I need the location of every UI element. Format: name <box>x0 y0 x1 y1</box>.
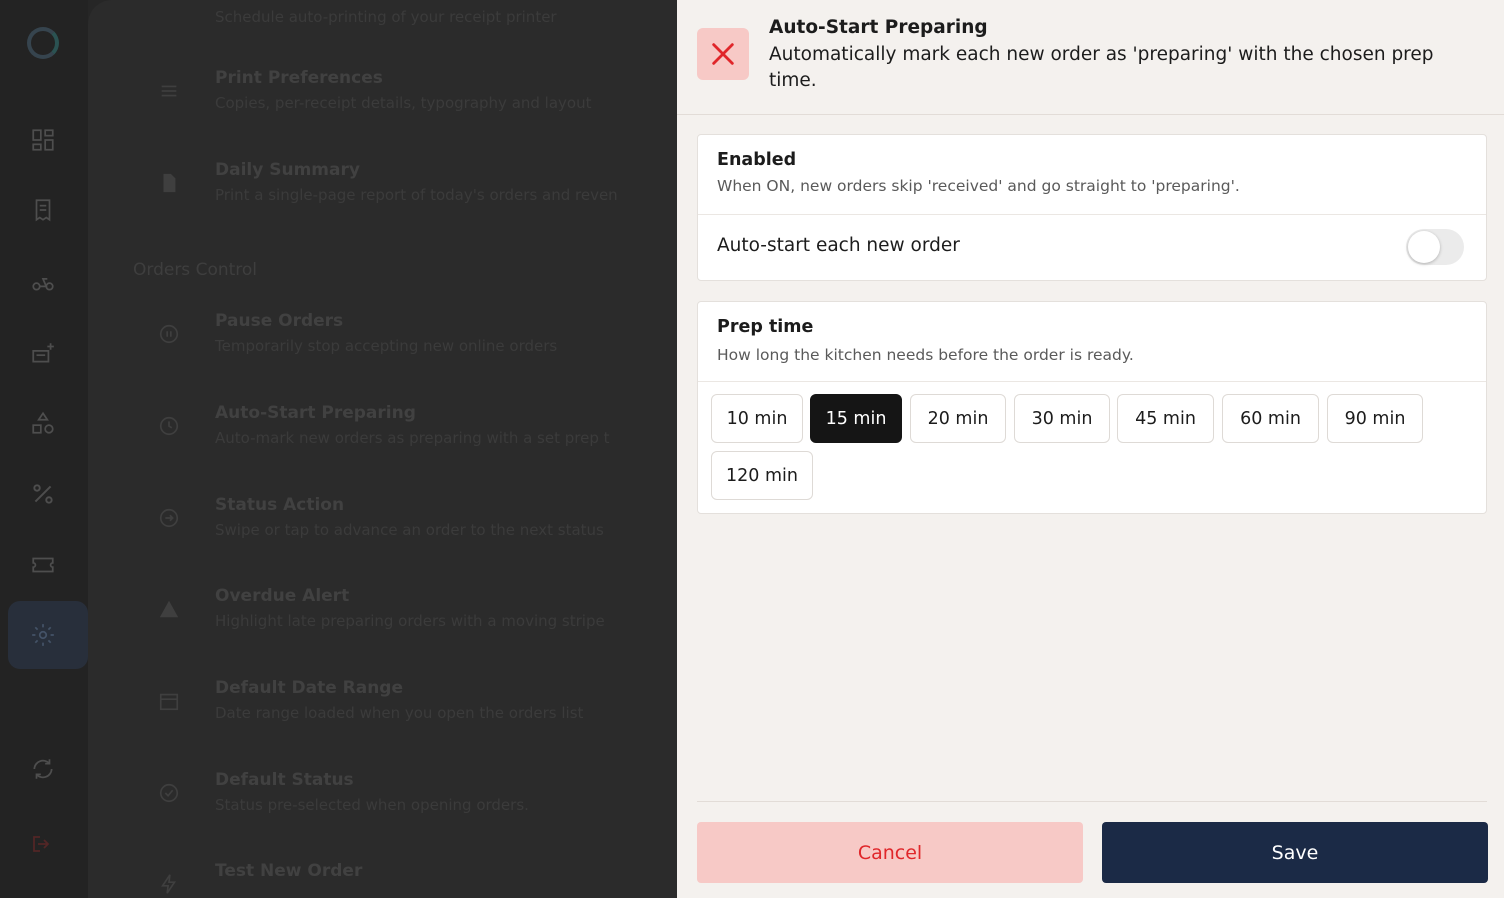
prep-option-90[interactable]: 90 min <box>1327 394 1423 443</box>
drawer-title: Auto-Start Preparing <box>769 17 988 38</box>
close-icon <box>712 43 734 65</box>
enabled-card: Enabled When ON, new orders skip 'receiv… <box>697 134 1487 281</box>
auto-start-toggle[interactable] <box>1406 229 1464 265</box>
enabled-card-title: Enabled <box>717 150 797 170</box>
prep-option-20[interactable]: 20 min <box>910 394 1006 443</box>
cancel-button[interactable]: Cancel <box>697 822 1083 883</box>
modal-backdrop[interactable] <box>0 0 677 898</box>
prep-time-card-description: How long the kitchen needs before the or… <box>717 346 1134 364</box>
prep-time-card: Prep time How long the kitchen needs bef… <box>697 301 1487 514</box>
card-divider <box>698 214 1486 215</box>
prep-option-45[interactable]: 45 min <box>1117 394 1214 443</box>
prep-option-60[interactable]: 60 min <box>1222 394 1319 443</box>
drawer-subtitle: Automatically mark each new order as 'pr… <box>769 44 1434 91</box>
toggle-label: Auto-start each new order <box>717 235 960 256</box>
prep-option-15[interactable]: 15 min <box>810 394 902 443</box>
enabled-card-description: When ON, new orders skip 'received' and … <box>717 177 1240 195</box>
auto-start-preparing-drawer: Auto-Start Preparing Automatically mark … <box>677 0 1504 898</box>
prep-option-120[interactable]: 120 min <box>711 451 813 500</box>
toggle-knob <box>1408 231 1440 263</box>
drawer-header: Auto-Start Preparing Automatically mark … <box>677 0 1504 115</box>
close-button[interactable] <box>697 28 749 80</box>
prep-time-card-title: Prep time <box>717 317 814 337</box>
prep-option-30[interactable]: 30 min <box>1014 394 1110 443</box>
prep-option-10[interactable]: 10 min <box>711 394 803 443</box>
save-button[interactable]: Save <box>1102 822 1488 883</box>
footer-divider <box>697 801 1487 802</box>
card-divider <box>698 381 1486 382</box>
